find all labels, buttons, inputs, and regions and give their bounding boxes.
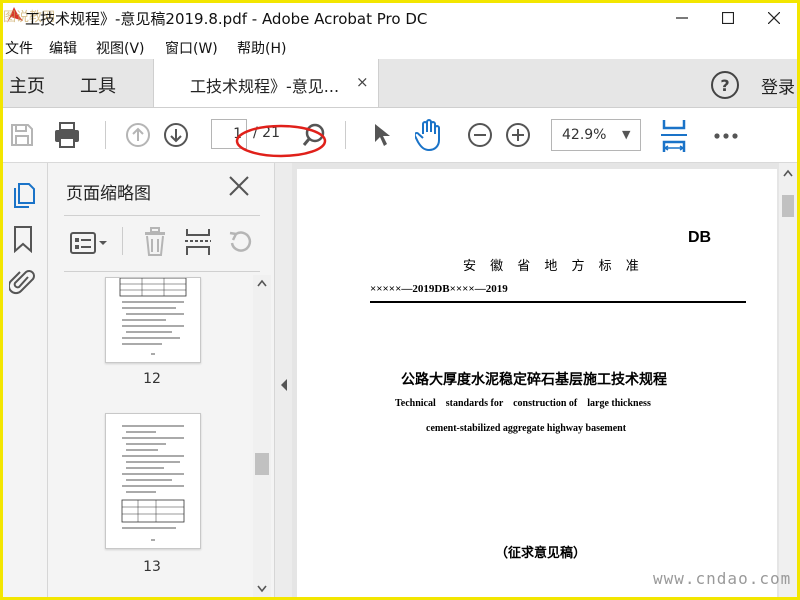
minimize-button[interactable]	[659, 3, 705, 33]
main-toolbar: 1 / 21 42.9% ▼	[3, 108, 797, 163]
maximize-button[interactable]	[705, 3, 751, 33]
bookmarks-icon[interactable]	[12, 225, 34, 253]
close-panel-icon[interactable]	[228, 175, 250, 197]
page-thumbnail-preview	[119, 278, 187, 355]
english-title-line-2: cement-stabilized aggregate highway base…	[426, 423, 627, 434]
chevron-up-icon[interactable]	[783, 169, 793, 177]
panel-scrollbar-thumb[interactable]	[255, 453, 269, 475]
close-icon	[768, 12, 780, 24]
document-view: DB 安 徽 省 地 方 标 准 ×××××—2019DB××××—2019 公…	[292, 163, 797, 597]
fit-page-icon[interactable]	[659, 118, 689, 154]
zoom-in-icon[interactable]	[505, 122, 531, 148]
red-annotation-ellipse-icon	[235, 124, 327, 158]
thumbnail-options-icon[interactable]	[70, 231, 108, 255]
page-thumbnails-icon[interactable]	[10, 181, 38, 209]
chevron-down-icon[interactable]	[257, 585, 267, 593]
menu-view[interactable]: 视图(V)	[96, 38, 145, 58]
page-thumbnail-13[interactable]	[105, 413, 201, 549]
panel-separator	[122, 227, 123, 255]
zoom-value: 42.9%	[562, 127, 607, 143]
collapse-arrow-icon[interactable]	[280, 379, 288, 391]
toolbar-separator	[105, 121, 106, 149]
standard-code: ×××××—2019DB××××—2019	[370, 283, 508, 295]
menu-file[interactable]: 文件	[5, 38, 33, 58]
insert-page-icon[interactable]	[184, 227, 212, 257]
pdf-page: DB 安 徽 省 地 方 标 准 ×××××—2019DB××××—2019 公…	[297, 169, 777, 597]
tab-home[interactable]: 主页	[9, 72, 45, 98]
print-icon[interactable]	[52, 120, 82, 150]
header-rule	[370, 301, 746, 303]
maximize-icon	[722, 12, 734, 24]
zoom-out-icon[interactable]	[467, 122, 493, 148]
more-options-icon[interactable]	[713, 132, 739, 140]
document-title: 公路大厚度水泥稳定碎石基层施工技术规程	[401, 372, 667, 388]
window-title: 工技术规程》-意见稿2019.8.pdf - Adobe Acrobat Pro…	[25, 10, 428, 28]
navigation-rail	[3, 163, 48, 597]
page-up-icon[interactable]	[125, 122, 151, 148]
page-down-icon[interactable]	[163, 122, 189, 148]
help-label: ?	[720, 75, 730, 95]
zoom-level-select[interactable]: 42.9% ▼	[551, 119, 641, 151]
thumbnail-label: 13	[143, 559, 161, 575]
tab-tools[interactable]: 工具	[80, 72, 116, 98]
chevron-up-icon[interactable]	[257, 279, 267, 287]
hand-tool-icon[interactable]	[415, 118, 445, 152]
thumbnails-panel: 页面缩略图 12 13	[48, 163, 274, 597]
panel-collapse-strip[interactable]	[274, 163, 293, 597]
menu-help[interactable]: 帮助(H)	[237, 38, 286, 58]
menu-bar: 文件 编辑 视图(V) 窗口(W) 帮助(H)	[3, 33, 797, 59]
panel-scrollbar[interactable]	[253, 275, 271, 597]
close-window-button[interactable]	[751, 3, 797, 33]
panel-divider	[64, 215, 260, 216]
minimize-icon	[676, 17, 688, 19]
acrobat-window: 图说教网 工技术规程》-意见稿2019.8.pdf - Adobe Acroba…	[3, 3, 797, 597]
site-watermark: www.cndao.com	[653, 569, 792, 588]
english-title-line-1: Technical standards for construction of …	[395, 398, 651, 409]
standard-prefix: DB	[688, 229, 712, 246]
document-tab-label: 工技术规程》-意见...	[190, 77, 340, 96]
save-icon[interactable]	[9, 122, 35, 148]
select-pointer-icon[interactable]	[371, 122, 393, 148]
draft-label: （征求意见稿）	[495, 546, 587, 561]
document-scrollbar[interactable]	[779, 163, 797, 597]
toolbar-separator	[345, 121, 346, 149]
help-icon[interactable]: ?	[711, 71, 739, 99]
rotate-page-icon[interactable]	[226, 229, 254, 255]
tab-document[interactable]: 工技术规程》-意见... ×	[153, 59, 379, 107]
close-tab-button[interactable]: ×	[356, 73, 369, 91]
tab-bar: 主页 工具 工技术规程》-意见... × ? 登录	[3, 59, 797, 108]
chevron-down-icon: ▼	[622, 128, 631, 141]
panel-divider	[64, 271, 260, 272]
document-scrollbar-thumb[interactable]	[782, 195, 794, 217]
menu-edit[interactable]: 编辑	[49, 38, 77, 58]
delete-page-icon[interactable]	[142, 227, 168, 257]
standard-title: 安 徽 省 地 方 标 准	[463, 259, 644, 274]
thumbnail-label: 12	[143, 371, 161, 387]
panel-title: 页面缩略图	[66, 184, 151, 204]
page-thumbnail-preview	[121, 425, 185, 541]
sign-in-link[interactable]: 登录	[761, 73, 795, 98]
menu-window[interactable]: 窗口(W)	[165, 38, 218, 58]
title-bar: 图说教网 工技术规程》-意见稿2019.8.pdf - Adobe Acroba…	[3, 3, 797, 33]
page-thumbnail-12[interactable]	[105, 277, 201, 363]
attachments-icon[interactable]	[9, 267, 37, 297]
